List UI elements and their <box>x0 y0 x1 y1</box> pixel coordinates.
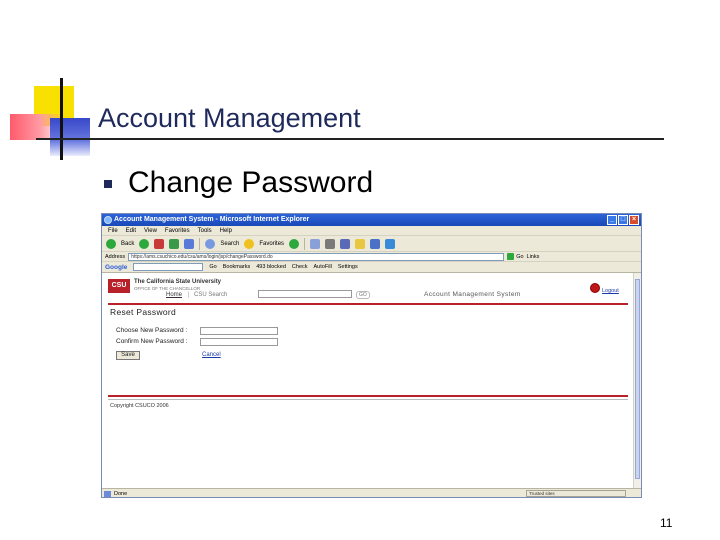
google-toolbar: Google Go Bookmarks 493 blocked Check Au… <box>102 262 641 273</box>
favorites-label[interactable]: Favorites <box>259 241 284 247</box>
links-label[interactable]: Links <box>527 252 540 262</box>
copyright-text: Copyright CSUCO 2006 <box>110 403 169 409</box>
toolbar-separator <box>304 237 306 250</box>
toolbar-separator <box>199 237 201 250</box>
cancel-link[interactable]: Cancel <box>202 352 221 358</box>
google-logo: Google <box>105 263 128 271</box>
vertical-scrollbar[interactable] <box>633 273 641 488</box>
page-search-input[interactable] <box>258 290 352 298</box>
scrollbar-thumb[interactable] <box>635 279 640 479</box>
csu-logo: CSU <box>108 279 130 293</box>
menu-view[interactable]: View <box>144 226 157 235</box>
nav-home-link[interactable]: Home <box>166 292 182 298</box>
google-bookmarks-button[interactable]: Bookmarks <box>223 262 251 272</box>
stop-icon[interactable] <box>154 238 165 249</box>
confirm-password-input[interactable] <box>200 338 278 346</box>
page-number: 11 <box>660 516 673 530</box>
google-search-input[interactable] <box>133 263 204 271</box>
refresh-icon[interactable] <box>169 238 180 249</box>
reset-password-heading: Reset Password <box>110 307 177 317</box>
logout-label: Logout <box>602 288 619 294</box>
slide-title-underline <box>36 138 664 140</box>
ie-icon <box>104 216 112 224</box>
address-bar: Address https://ams.csuchico.edu/csu/ams… <box>102 252 641 262</box>
go-label: Go <box>516 253 524 260</box>
favorites-star-icon[interactable] <box>244 238 255 249</box>
security-zone: Trusted sites <box>526 490 626 497</box>
choose-password-input[interactable] <box>200 327 278 335</box>
menu-favorites[interactable]: Favorites <box>165 226 190 235</box>
nav-csu-search-link[interactable]: CSU Search <box>194 292 227 298</box>
university-subtitle: OFFICE OF THE CHANCELLOR <box>134 286 201 291</box>
research-icon[interactable] <box>385 238 396 249</box>
messenger-icon[interactable] <box>370 238 381 249</box>
back-label[interactable]: Back <box>121 241 134 247</box>
print-icon[interactable] <box>325 238 336 249</box>
menu-tools[interactable]: Tools <box>198 226 212 235</box>
home-icon[interactable] <box>184 238 195 249</box>
maximize-button[interactable]: □ <box>618 215 628 225</box>
menu-edit[interactable]: Edit <box>126 226 136 235</box>
popup-blocked-button[interactable]: 493 blocked <box>256 262 286 272</box>
close-button[interactable]: × <box>629 215 639 225</box>
window-controls: _ □ × <box>607 215 639 225</box>
google-go-button[interactable]: Go <box>209 262 216 272</box>
nav-separator: | <box>188 292 190 298</box>
page-status-icon <box>104 491 111 497</box>
menu-bar: File Edit View Favorites Tools Help <box>102 226 641 236</box>
forward-arrow-icon[interactable] <box>139 238 150 249</box>
go-arrow-icon <box>507 253 515 260</box>
address-input[interactable]: https://ams.csuchico.edu/csu/ams/login/j… <box>128 252 505 261</box>
address-go-button[interactable]: Go <box>507 252 524 262</box>
search-label[interactable]: Search <box>220 241 239 247</box>
mail-icon[interactable] <box>310 238 321 249</box>
footer-gray-divider <box>108 399 628 400</box>
system-title: Account Management System <box>424 291 521 298</box>
folder-icon[interactable] <box>355 238 366 249</box>
slide-title: Account Management <box>98 103 361 133</box>
edit-icon[interactable] <box>340 238 351 249</box>
logout-button[interactable]: Logout <box>590 283 630 297</box>
menu-file[interactable]: File <box>108 226 118 235</box>
save-button[interactable]: Save <box>116 351 140 360</box>
autofill-button[interactable]: AutoFill <box>314 262 332 272</box>
address-label: Address <box>105 253 126 260</box>
logout-icon <box>590 283 600 293</box>
spellcheck-button[interactable]: Check <box>292 262 308 272</box>
page-search-go-button[interactable]: GO <box>356 291 370 299</box>
university-name: The California State University <box>134 279 222 285</box>
slide-decoration-blue <box>50 118 90 156</box>
browser-toolbar: Back Search Favorites <box>102 236 641 252</box>
footer-divider <box>108 395 628 397</box>
back-arrow-icon[interactable] <box>106 238 116 249</box>
menu-help[interactable]: Help <box>220 226 232 235</box>
minimize-button[interactable]: _ <box>607 215 617 225</box>
status-text: Done <box>114 491 128 497</box>
browser-window: Account Management System - Microsoft In… <box>101 213 642 498</box>
confirm-password-label: Confirm New Password : <box>116 338 188 345</box>
header-divider <box>108 303 628 305</box>
google-settings-button[interactable]: Settings <box>338 262 358 272</box>
media-icon[interactable] <box>289 238 300 249</box>
bullet-marker <box>104 180 112 188</box>
bullet-text: Change Password <box>128 166 374 199</box>
slide-decoration-vertical-line <box>60 78 63 160</box>
choose-password-label: Choose New Password : <box>116 327 188 334</box>
browser-title-bar: Account Management System - Microsoft In… <box>102 214 641 226</box>
status-bar: Done Trusted sites <box>102 488 641 497</box>
window-title: Account Management System - Microsoft In… <box>114 216 310 223</box>
web-page-content: CSU The California State University OFFI… <box>102 273 633 488</box>
csu-header: CSU The California State University OFFI… <box>108 279 628 301</box>
search-icon[interactable] <box>205 238 216 249</box>
